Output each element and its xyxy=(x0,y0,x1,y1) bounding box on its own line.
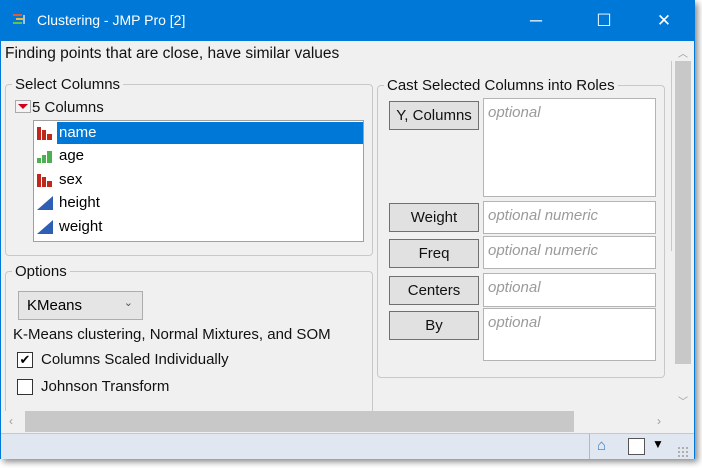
options-group: Options xyxy=(5,263,373,423)
maximize-button[interactable]: ☐ xyxy=(581,1,627,41)
column-item-age[interactable]: age xyxy=(34,145,363,169)
column-name: weight xyxy=(59,217,103,235)
column-name: age xyxy=(59,147,85,165)
columns-scaled-label: Columns Scaled Individually xyxy=(41,351,229,368)
freq-button[interactable]: Freq xyxy=(389,239,479,268)
home-icon[interactable]: ⌂ xyxy=(597,437,606,454)
nominal-column-icon xyxy=(37,126,53,140)
close-button[interactable]: ✕ xyxy=(641,1,687,41)
y-columns-box[interactable]: optional xyxy=(483,98,656,197)
continuous-column-icon xyxy=(37,196,53,211)
method-dropdown[interactable]: KMeans ⌄ xyxy=(18,291,143,320)
disclosure-triangle-icon[interactable] xyxy=(15,100,31,113)
centers-box[interactable]: optional xyxy=(483,273,656,307)
johnson-transform-label: Johnson Transform xyxy=(41,378,170,395)
dropdown-arrow-icon[interactable]: ▼ xyxy=(652,437,664,451)
weight-box[interactable]: optional numeric xyxy=(483,201,656,234)
column-item-weight[interactable]: weight xyxy=(34,215,363,239)
status-bar: ⌂ ▼ xyxy=(1,433,694,459)
cast-roles-legend: Cast Selected Columns into Roles xyxy=(387,77,615,94)
status-divider xyxy=(589,434,590,459)
select-columns-legend: Select Columns xyxy=(15,76,121,93)
column-item-name[interactable]: name xyxy=(34,121,363,145)
title-bar: Clustering - JMP Pro [2] ─ ☐ ✕ xyxy=(1,1,694,41)
horizontal-scroll-thumb[interactable] xyxy=(25,411,574,432)
vertical-scroll-thumb[interactable] xyxy=(675,61,691,364)
centers-button[interactable]: Centers xyxy=(389,276,479,305)
jmp-app-icon xyxy=(13,14,25,24)
columns-count: 5 Columns xyxy=(32,99,104,116)
y-columns-button[interactable]: Y, Columns xyxy=(389,101,479,130)
by-box[interactable]: optional xyxy=(483,308,656,361)
column-item-sex[interactable]: sex xyxy=(34,168,363,192)
johnson-transform-checkbox[interactable] xyxy=(17,379,33,395)
ordinal-column-icon xyxy=(37,149,53,164)
column-name: sex xyxy=(59,170,83,188)
window-list-icon[interactable] xyxy=(628,438,645,455)
column-list[interactable]: name age sex height weight xyxy=(33,120,364,242)
scroll-up-icon[interactable]: ︿ xyxy=(673,45,693,60)
by-button[interactable]: By xyxy=(389,311,479,340)
horizontal-scrollbar[interactable]: ‹ › xyxy=(1,411,673,433)
scroll-right-icon[interactable]: › xyxy=(657,414,661,428)
continuous-column-icon xyxy=(37,219,53,234)
minimize-button[interactable]: ─ xyxy=(513,1,559,41)
weight-button[interactable]: Weight xyxy=(389,203,479,232)
columns-scaled-checkbox[interactable]: ✔ xyxy=(17,352,33,368)
scroll-left-icon[interactable]: ‹ xyxy=(9,414,13,428)
scroll-down-icon[interactable]: ﹀ xyxy=(673,393,693,408)
chevron-down-icon: ⌄ xyxy=(123,297,133,309)
vertical-scrollbar[interactable]: ︿ ﹀ xyxy=(673,41,693,411)
column-item-height[interactable]: height xyxy=(34,192,363,216)
column-name: name xyxy=(57,121,363,144)
method-description: K-Means clustering, Normal Mixtures, and… xyxy=(13,326,331,343)
description-text: Finding points that are close, have simi… xyxy=(5,45,340,62)
options-legend: Options xyxy=(15,263,67,280)
resize-grip-icon[interactable] xyxy=(677,446,689,458)
window-title: Clustering - JMP Pro [2] xyxy=(37,12,186,28)
nominal-column-icon xyxy=(37,173,53,187)
method-value: KMeans xyxy=(27,297,83,314)
clustering-window: Clustering - JMP Pro [2] ─ ☐ ✕ Finding p… xyxy=(0,0,695,459)
column-name: height xyxy=(59,194,100,212)
freq-box[interactable]: optional numeric xyxy=(483,236,656,269)
panel-edge xyxy=(671,61,672,251)
